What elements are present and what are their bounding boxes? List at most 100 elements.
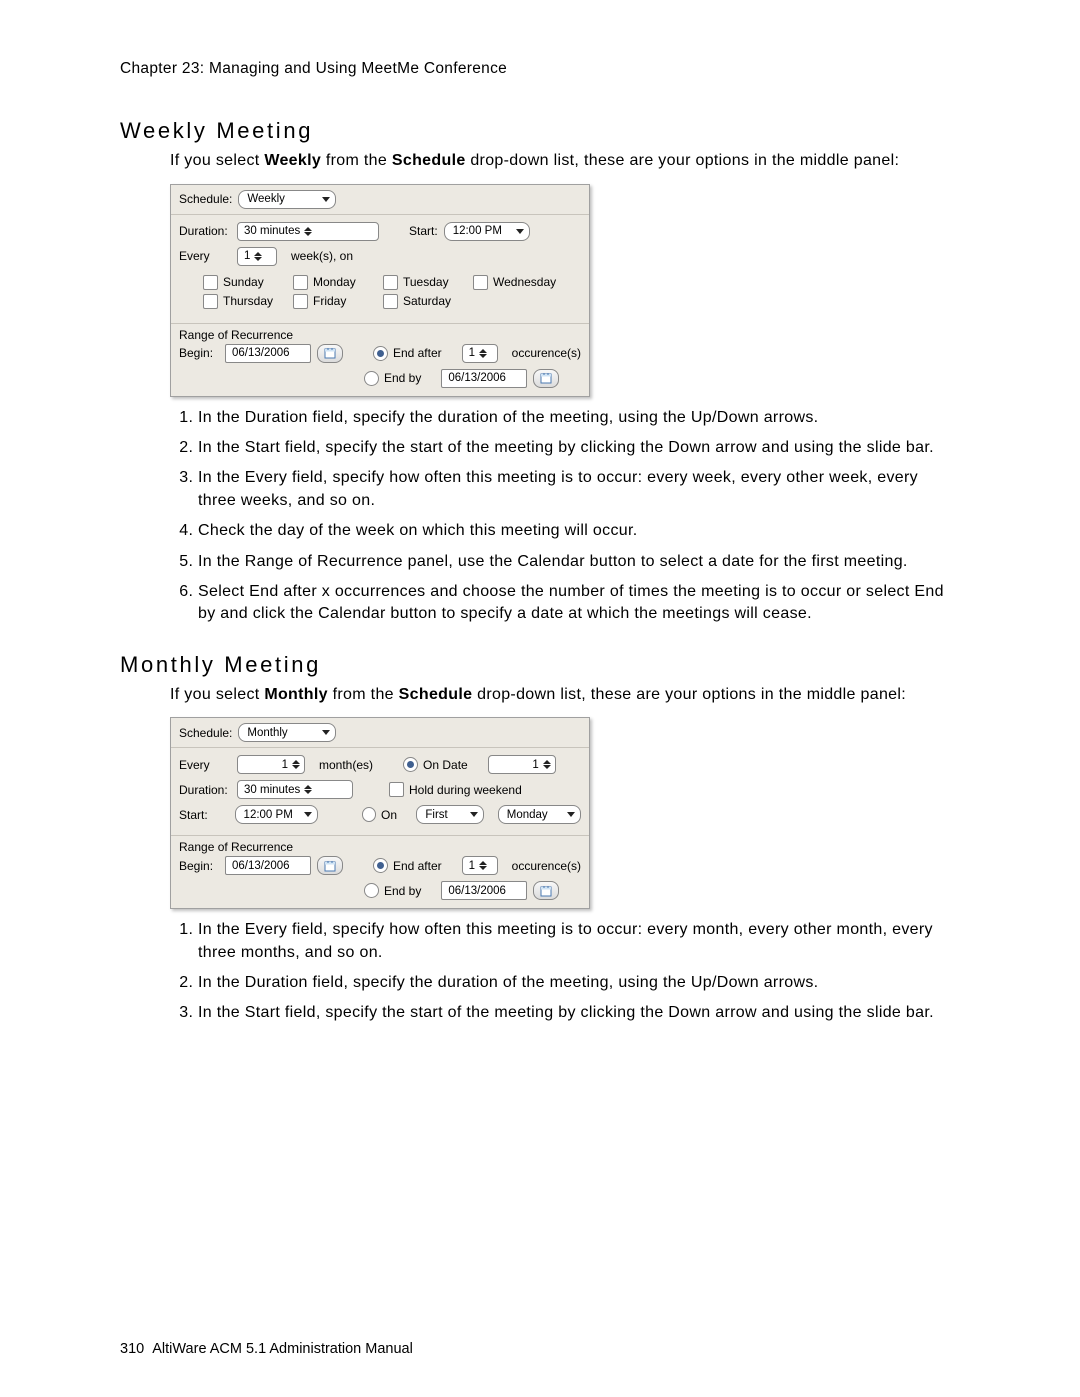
schedule-label: Schedule: bbox=[179, 192, 232, 206]
calendar-button[interactable] bbox=[317, 344, 343, 363]
checkbox-icon[interactable] bbox=[203, 294, 218, 309]
ordinal-dropdown[interactable]: First bbox=[416, 805, 484, 824]
text: drop-down list, these are your options i… bbox=[466, 152, 900, 169]
chapter-header: Chapter 23: Managing and Using MeetMe Co… bbox=[120, 60, 960, 78]
end-by-date-field[interactable]: 06/13/2006 bbox=[441, 881, 527, 900]
weekly-heading: Weekly Meeting bbox=[120, 118, 960, 144]
checkbox-icon[interactable] bbox=[293, 294, 308, 309]
spinner-icon[interactable] bbox=[479, 861, 487, 870]
day-monday[interactable]: Monday bbox=[293, 275, 383, 290]
day-wednesday[interactable]: Wednesday bbox=[473, 275, 563, 290]
day-tuesday[interactable]: Tuesday bbox=[383, 275, 473, 290]
end-after-count[interactable]: 1 bbox=[462, 856, 498, 875]
on-date-stepper[interactable]: 1 bbox=[488, 755, 556, 774]
list-item: In the Every field, specify how often th… bbox=[198, 467, 960, 512]
end-by-date-field[interactable]: 06/13/2006 bbox=[441, 369, 527, 388]
start-dropdown[interactable]: 12:00 PM bbox=[235, 805, 318, 824]
weekly-intro: If you select Weekly from the Schedule d… bbox=[170, 150, 960, 172]
every-suffix: week(s), on bbox=[291, 249, 353, 263]
spinner-icon[interactable] bbox=[304, 227, 312, 236]
monthly-panel: Schedule: Monthly Every 1 month(es) On D… bbox=[170, 717, 590, 909]
weekly-steps: In the Duration field, specify the durat… bbox=[170, 407, 960, 626]
every-stepper[interactable]: 1 bbox=[237, 755, 305, 774]
end-by-radio[interactable] bbox=[364, 371, 379, 386]
calendar-icon bbox=[324, 347, 336, 359]
duration-field[interactable]: 30 minutes bbox=[237, 222, 379, 241]
monthly-intro: If you select Monthly from the Schedule … bbox=[170, 684, 960, 706]
list-item: In the Duration field, specify the durat… bbox=[198, 972, 960, 994]
begin-date-field[interactable]: 06/13/2006 bbox=[225, 344, 311, 363]
calendar-icon bbox=[324, 860, 336, 872]
text: Schedule bbox=[399, 686, 473, 703]
checkbox-icon[interactable] bbox=[383, 294, 398, 309]
duration-label: Duration: bbox=[179, 224, 231, 238]
day-friday[interactable]: Friday bbox=[293, 294, 383, 309]
text: Weekly bbox=[264, 152, 321, 169]
end-by-label: End by bbox=[384, 371, 421, 385]
end-after-label: End after bbox=[393, 859, 442, 873]
day-thursday[interactable]: Thursday bbox=[203, 294, 293, 309]
checkbox-icon[interactable] bbox=[473, 275, 488, 290]
calendar-icon bbox=[540, 885, 552, 897]
text: Monthly bbox=[264, 686, 328, 703]
schedule-dropdown[interactable]: Weekly bbox=[238, 190, 336, 209]
footer-title: AltiWare ACM 5.1 Administration Manual bbox=[152, 1341, 413, 1357]
spinner-icon[interactable] bbox=[304, 785, 312, 794]
begin-date-field[interactable]: 06/13/2006 bbox=[225, 856, 311, 875]
range-label: Range of Recurrence bbox=[179, 840, 581, 854]
on-ordinal-radio[interactable] bbox=[362, 807, 376, 822]
on-date-label: On Date bbox=[423, 758, 468, 772]
hold-weekend-checkbox[interactable] bbox=[389, 782, 404, 797]
calendar-icon bbox=[540, 372, 552, 384]
checkbox-icon[interactable] bbox=[203, 275, 218, 290]
checkbox-icon[interactable] bbox=[293, 275, 308, 290]
calendar-button[interactable] bbox=[533, 369, 559, 388]
spinner-icon[interactable] bbox=[479, 349, 487, 358]
weekday-dropdown[interactable]: Monday bbox=[498, 805, 581, 824]
monthly-steps: In the Every field, specify how often th… bbox=[170, 919, 960, 1025]
duration-label: Duration: bbox=[179, 783, 231, 797]
end-after-radio[interactable] bbox=[373, 858, 388, 873]
schedule-dropdown[interactable]: Monthly bbox=[238, 723, 336, 742]
day-sunday[interactable]: Sunday bbox=[203, 275, 293, 290]
calendar-button[interactable] bbox=[533, 881, 559, 900]
text: If you select bbox=[170, 152, 264, 169]
end-after-label: End after bbox=[393, 346, 442, 360]
day-saturday[interactable]: Saturday bbox=[383, 294, 473, 309]
weekday-group: Sunday Monday Tuesday Wednesday Thursday… bbox=[179, 269, 581, 315]
calendar-button[interactable] bbox=[317, 856, 343, 875]
start-dropdown[interactable]: 12:00 PM bbox=[444, 222, 530, 241]
text: from the bbox=[328, 686, 399, 703]
list-item: In the Start field, specify the start of… bbox=[198, 1002, 960, 1024]
end-by-radio[interactable] bbox=[364, 883, 379, 898]
list-item: Check the day of the week on which this … bbox=[198, 520, 960, 542]
text: drop-down list, these are your options i… bbox=[472, 686, 906, 703]
start-label: Start: bbox=[409, 224, 438, 238]
on-label: On bbox=[381, 808, 397, 822]
spinner-icon[interactable] bbox=[543, 760, 551, 769]
hold-weekend-label: Hold during weekend bbox=[409, 783, 522, 797]
list-item: In the Every field, specify how often th… bbox=[198, 919, 960, 964]
list-item: Select End after x occurrences and choos… bbox=[198, 581, 960, 626]
page-number: 310 bbox=[120, 1341, 144, 1357]
spinner-icon[interactable] bbox=[254, 252, 262, 261]
checkbox-icon[interactable] bbox=[383, 275, 398, 290]
range-label: Range of Recurrence bbox=[179, 328, 581, 342]
end-after-suffix: occurence(s) bbox=[512, 346, 581, 360]
text: If you select bbox=[170, 686, 264, 703]
every-label: Every bbox=[179, 758, 231, 772]
weekly-panel: Schedule: Weekly Duration: 30 minutes St… bbox=[170, 184, 590, 397]
start-label: Start: bbox=[179, 808, 229, 822]
begin-label: Begin: bbox=[179, 346, 219, 360]
end-after-count[interactable]: 1 bbox=[462, 344, 498, 363]
page-footer: 310 AltiWare ACM 5.1 Administration Manu… bbox=[120, 1341, 413, 1357]
every-stepper[interactable]: 1 bbox=[237, 247, 277, 266]
spinner-icon[interactable] bbox=[292, 760, 300, 769]
end-after-suffix: occurence(s) bbox=[512, 859, 581, 873]
every-label: Every bbox=[179, 249, 231, 263]
duration-field[interactable]: 30 minutes bbox=[237, 780, 353, 799]
end-after-radio[interactable] bbox=[373, 346, 388, 361]
list-item: In the Start field, specify the start of… bbox=[198, 437, 960, 459]
on-date-radio[interactable] bbox=[403, 757, 418, 772]
schedule-label: Schedule: bbox=[179, 726, 232, 740]
